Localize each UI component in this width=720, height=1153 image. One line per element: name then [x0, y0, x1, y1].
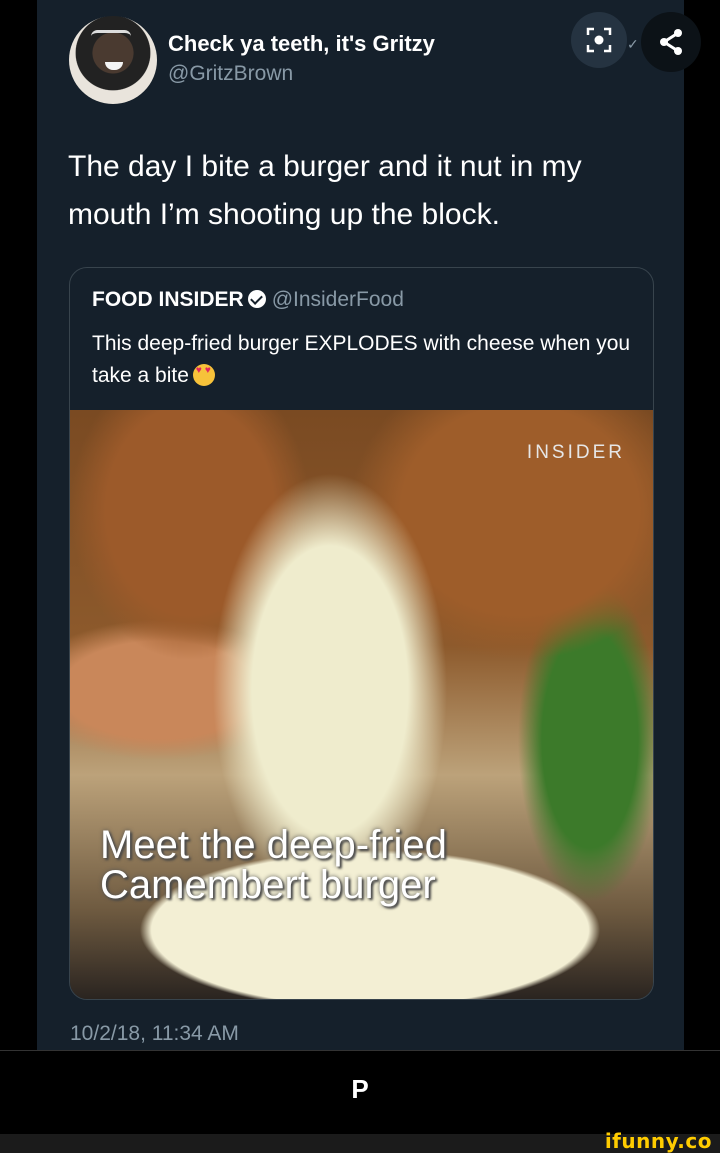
- quoted-author-handle[interactable]: @InsiderFood: [272, 288, 404, 311]
- share-icon: [660, 29, 682, 55]
- quoted-tweet-text: This deep-fried burger EXPLODES with che…: [92, 328, 632, 392]
- caption-line-1: Meet the deep-fried: [100, 823, 447, 867]
- ifunny-watermark: ifunny.co: [604, 1129, 712, 1153]
- tweet-text: The day I bite a burger and it nut in my…: [68, 150, 582, 231]
- author-handle[interactable]: @GritzBrown: [168, 62, 293, 86]
- scan-button[interactable]: [571, 12, 627, 68]
- insider-watermark: INSIDER: [526, 442, 625, 463]
- divider: [0, 1050, 720, 1051]
- share-button[interactable]: [641, 12, 701, 72]
- tweet-card: Check ya teeth, it's Gritzy @GritzBrown …: [37, 0, 701, 1050]
- avatar-glasses: [91, 30, 131, 43]
- heart-eyes-emoji: [192, 364, 215, 386]
- quoted-tweet-body: This deep-fried burger EXPLODES with che…: [92, 332, 631, 387]
- video-thumbnail[interactable]: INSIDER Meet the deep-fried Camembert bu…: [70, 410, 653, 999]
- bottom-letter: P: [351, 1074, 369, 1104]
- timestamp: 10/2/18, 11:34 AM: [70, 1022, 239, 1045]
- avatar-smile: [105, 62, 123, 70]
- scan-icon: [586, 27, 612, 53]
- avatar[interactable]: [69, 16, 157, 104]
- author-name[interactable]: Check ya teeth, it's Gritzy: [168, 31, 435, 57]
- quoted-tweet-header: FOOD INSIDER @InsiderFood: [92, 288, 404, 312]
- chevron-down-icon[interactable]: ✓: [627, 36, 639, 53]
- caption-line-2: Camembert burger: [100, 863, 436, 907]
- verified-badge-icon: [247, 290, 266, 308]
- video-caption: Meet the deep-fried Camembert burger: [100, 825, 447, 905]
- quoted-author-name[interactable]: FOOD INSIDER: [92, 288, 244, 311]
- quoted-tweet[interactable]: FOOD INSIDER @InsiderFood This deep-fried…: [69, 267, 654, 1000]
